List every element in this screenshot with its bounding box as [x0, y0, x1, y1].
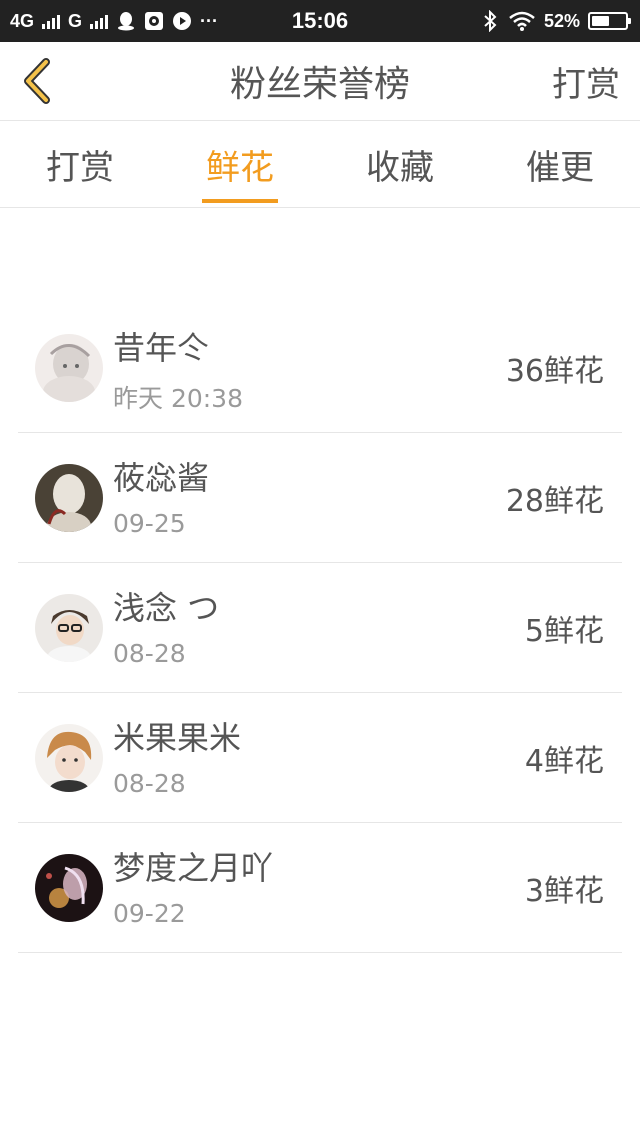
tab-flowers[interactable]: 鲜花: [160, 121, 320, 207]
back-button[interactable]: [8, 48, 64, 114]
avatar[interactable]: [35, 464, 103, 532]
fan-time: 08-28: [113, 769, 186, 798]
active-tab-indicator: [202, 199, 278, 203]
flower-count: 36鲜花: [505, 353, 604, 389]
fan-time: 09-22: [113, 899, 186, 928]
fan-name: 梦度之月吖: [113, 849, 274, 887]
tab-label: 打赏: [46, 147, 114, 188]
tab-bar: 打赏 鲜花 收藏 催更: [0, 121, 640, 208]
list-item[interactable]: 米果果米 08-28 4鲜花: [18, 693, 622, 823]
fan-name: 米果果米: [113, 719, 242, 757]
app-header: 粉丝荣誉榜 打赏: [0, 42, 640, 121]
avatar[interactable]: [35, 594, 103, 662]
flower-count: 5鲜花: [524, 613, 604, 649]
battery-icon: [588, 12, 631, 30]
tip-button[interactable]: 打赏: [552, 42, 620, 120]
avatar[interactable]: [35, 854, 103, 922]
fan-name: 昔年仒: [113, 329, 210, 367]
tab-favorites[interactable]: 收藏: [320, 121, 480, 207]
battery-percent: 52%: [543, 10, 580, 31]
avatar[interactable]: [35, 724, 103, 792]
avatar[interactable]: [35, 334, 103, 402]
wifi-icon: [508, 11, 536, 31]
battery-fill: [592, 16, 609, 26]
page-title: 粉丝荣誉榜: [229, 64, 410, 105]
chevron-left-icon: [24, 58, 50, 104]
fan-time: 09-25: [113, 509, 186, 538]
list-item[interactable]: 昔年仒 昨天 20:38 36鲜花: [18, 303, 622, 433]
tab-label: 收藏: [366, 147, 434, 188]
tab-label: 鲜花: [206, 147, 274, 188]
list-item[interactable]: 梦度之月吖 09-22 3鲜花: [18, 823, 622, 953]
fan-time: 08-28: [113, 639, 186, 668]
list-item[interactable]: 浅念 つ 08-28 5鲜花: [18, 563, 622, 693]
fan-ranking-list: 昔年仒 昨天 20:38 36鲜花 莜惢酱 09-25 28鲜花 浅念 つ 08…: [18, 303, 622, 953]
fan-time: 昨天 20:38: [113, 384, 243, 413]
status-bar-right: 52%: [480, 0, 631, 42]
tab-urge-update[interactable]: 催更: [480, 121, 640, 207]
flower-count: 3鲜花: [524, 873, 604, 909]
fan-name: 浅念 つ: [113, 589, 220, 627]
tab-tip[interactable]: 打赏: [0, 121, 160, 207]
flower-count: 28鲜花: [505, 483, 604, 519]
fan-name: 莜惢酱: [113, 459, 210, 497]
flower-count: 4鲜花: [524, 743, 604, 779]
list-item[interactable]: 莜惢酱 09-25 28鲜花: [18, 433, 622, 563]
bluetooth-icon: [480, 10, 500, 32]
status-bar: 4G G ··· 15:06 52%: [0, 0, 640, 42]
tab-label: 催更: [526, 147, 594, 188]
